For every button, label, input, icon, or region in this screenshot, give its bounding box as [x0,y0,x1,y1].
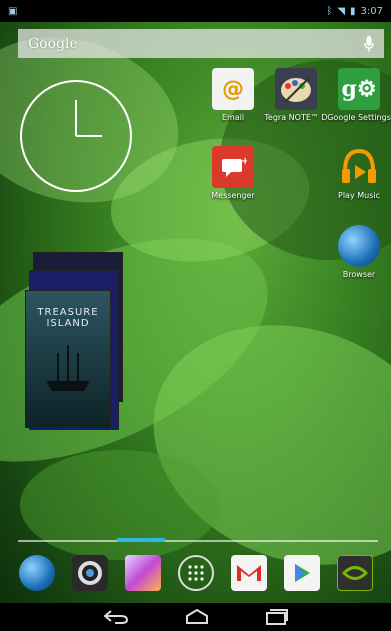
messenger-icon: + [212,146,254,188]
dock [0,545,391,600]
status-time: 3:07 [360,5,383,17]
app-tegra-note[interactable]: Tegra NOTE™ D [264,68,328,122]
app-play-music[interactable]: Play Music [329,146,389,200]
email-icon: @ [212,68,254,110]
google-search-bar[interactable]: Google [18,29,384,58]
browser-icon[interactable] [18,554,55,591]
wifi-icon: ◥ [337,5,346,17]
play-music-icon [338,146,380,188]
page-indicator-active [117,538,165,542]
recent-apps-icon[interactable] [265,609,289,625]
app-browser[interactable]: Browser [329,225,389,279]
status-bar: ▣ ᛒ ◥ ▮ 3:07 [0,0,391,22]
navigation-bar [0,603,391,631]
app-google-settings[interactable]: g⚙ Google Settings [327,68,391,122]
microphone-icon[interactable] [364,35,374,52]
home-icon[interactable] [184,609,210,625]
ship-icon [46,345,90,391]
search-label: Google [28,35,78,52]
app-messenger[interactable]: + Messenger [203,146,263,200]
play-store-icon[interactable] [283,554,320,591]
gallery-icon[interactable] [124,554,161,591]
tegra-note-icon [275,68,317,110]
bluetooth-icon: ᛒ [326,5,333,17]
nvidia-icon[interactable] [336,554,373,591]
app-email[interactable]: @ Email [203,68,263,122]
camera-icon[interactable] [71,554,108,591]
book-front-treasure-island: TREASURE ISLAND [25,290,111,428]
clock-hands [75,100,102,137]
google-settings-icon: g⚙ [338,68,380,110]
battery-icon: ▮ [350,5,356,17]
notification-icon: ▣ [8,5,18,17]
back-icon[interactable] [102,609,129,625]
app-drawer-icon[interactable] [177,554,214,591]
analog-clock-widget[interactable] [20,80,132,192]
svg-text:+: + [241,156,247,167]
browser-icon [338,225,380,267]
gmail-icon[interactable] [230,554,267,591]
dock-divider [18,540,378,542]
book-stack-widget[interactable]: TREASURE ISLAND [25,252,125,432]
